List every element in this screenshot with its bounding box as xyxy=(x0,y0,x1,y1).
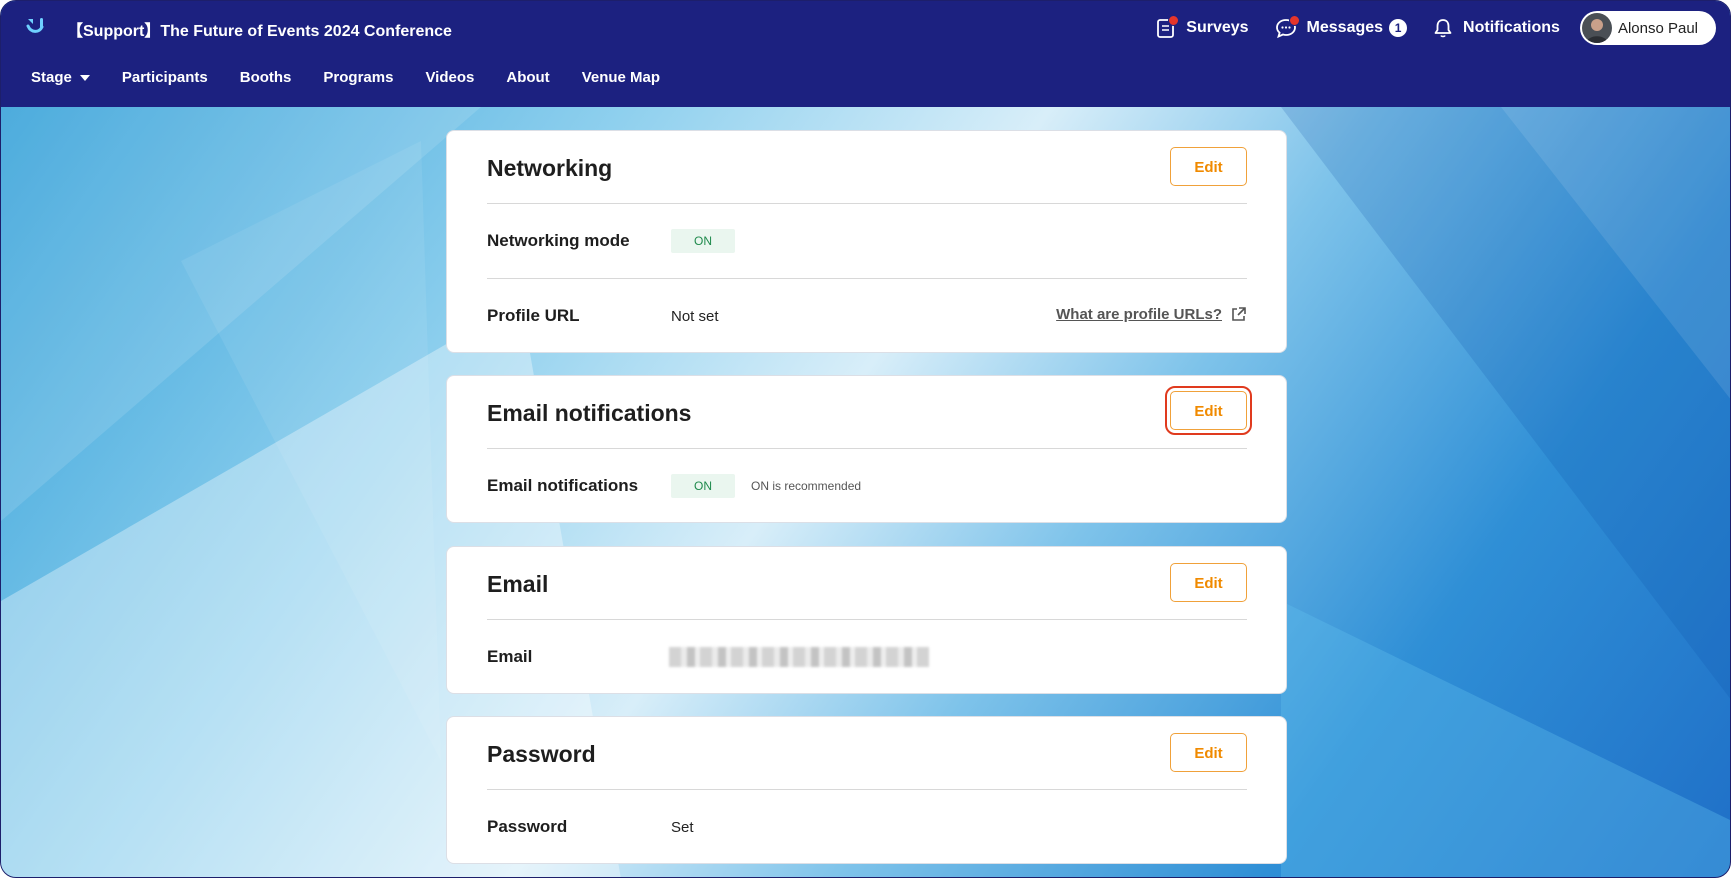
nav-item-booths[interactable]: Booths xyxy=(240,69,292,86)
email-notifications-card: Email notifications Edit Email notificat… xyxy=(446,375,1287,523)
messages-unread-dot xyxy=(1288,15,1300,26)
messages-count-badge: 1 xyxy=(1389,19,1408,37)
nav-item-label: Stage xyxy=(31,69,72,86)
nav-item-programs[interactable]: Programs xyxy=(323,69,393,86)
surveys-label: Surveys xyxy=(1186,19,1249,36)
nav-item-label: Videos xyxy=(425,69,475,86)
card-title: Email notifications xyxy=(487,400,692,426)
nav-item-participants[interactable]: Participants xyxy=(122,69,208,86)
profile-url-help-link[interactable]: What are profile URLs? xyxy=(1056,306,1247,323)
surveys-unread-dot xyxy=(1168,15,1180,26)
nav-item-label: Programs xyxy=(323,69,394,86)
help-link-label: What are profile URLs? xyxy=(1056,306,1222,323)
networking-card: Networking Edit Networking mode ON Profi… xyxy=(446,130,1287,353)
card-title: Email xyxy=(487,571,549,597)
nav-item-label: Participants xyxy=(121,69,208,86)
event-title[interactable]: 【Support】The Future of Events 2024 Confe… xyxy=(67,17,452,41)
messages-button[interactable]: Messages 1 xyxy=(1275,15,1408,39)
networking-edit-button[interactable]: Edit xyxy=(1170,147,1247,186)
nav-item-about[interactable]: About xyxy=(506,69,549,86)
main-nav: Stage Participants Booths Programs Video… xyxy=(31,69,692,86)
notifications-button[interactable]: Notifications xyxy=(1433,17,1560,39)
surveys-button[interactable]: Surveys xyxy=(1156,15,1249,39)
app-window: 【Support】The Future of Events 2024 Confe… xyxy=(0,0,1731,878)
recommendation-hint: ON is recommended xyxy=(751,479,862,493)
nav-item-venue-map[interactable]: Venue Map xyxy=(582,69,660,86)
app-logo-icon[interactable] xyxy=(25,15,47,37)
password-card: Password Edit Password Set xyxy=(446,716,1287,864)
avatar xyxy=(1581,13,1612,43)
external-link-icon xyxy=(1232,307,1246,321)
password-value: Set xyxy=(671,819,694,836)
nav-item-label: About xyxy=(506,69,550,86)
divider xyxy=(487,203,1247,204)
networking-mode-status-badge: ON xyxy=(671,229,735,253)
email-notifications-edit-button[interactable]: Edit xyxy=(1165,386,1252,435)
nav-item-label: Booths xyxy=(239,69,292,86)
nav-item-videos[interactable]: Videos xyxy=(425,69,474,86)
caret-down-icon xyxy=(79,74,90,81)
user-menu[interactable]: Alonso Paul xyxy=(1579,11,1716,45)
divider xyxy=(487,278,1247,279)
divider xyxy=(487,789,1247,790)
card-title: Password xyxy=(487,741,596,767)
email-notifications-status-badge: ON xyxy=(671,474,735,498)
networking-mode-label: Networking mode xyxy=(487,231,630,250)
divider xyxy=(487,448,1247,449)
nav-item-label: Venue Map xyxy=(581,69,661,86)
profile-url-label: Profile URL xyxy=(487,306,580,325)
email-card: Email Edit Email xyxy=(446,546,1287,694)
top-navigation-bar: 【Support】The Future of Events 2024 Confe… xyxy=(1,1,1730,107)
email-label: Email xyxy=(487,647,533,666)
profile-url-value: Not set xyxy=(671,308,719,325)
nav-item-stage[interactable]: Stage xyxy=(31,69,90,86)
divider xyxy=(487,619,1247,620)
top-actions: Surveys Messages 1 Notifications Alonso … xyxy=(1130,11,1716,45)
messages-label: Messages xyxy=(1306,19,1384,36)
redacted-email-value xyxy=(669,647,929,667)
password-edit-button[interactable]: Edit xyxy=(1170,733,1247,772)
notifications-label: Notifications xyxy=(1463,19,1560,36)
email-notifications-label: Email notifications xyxy=(487,476,639,495)
bell-icon xyxy=(1434,19,1452,38)
user-name: Alonso Paul xyxy=(1617,19,1698,37)
password-label: Password xyxy=(487,817,568,836)
email-edit-button[interactable]: Edit xyxy=(1170,563,1247,602)
card-title: Networking xyxy=(487,155,613,181)
